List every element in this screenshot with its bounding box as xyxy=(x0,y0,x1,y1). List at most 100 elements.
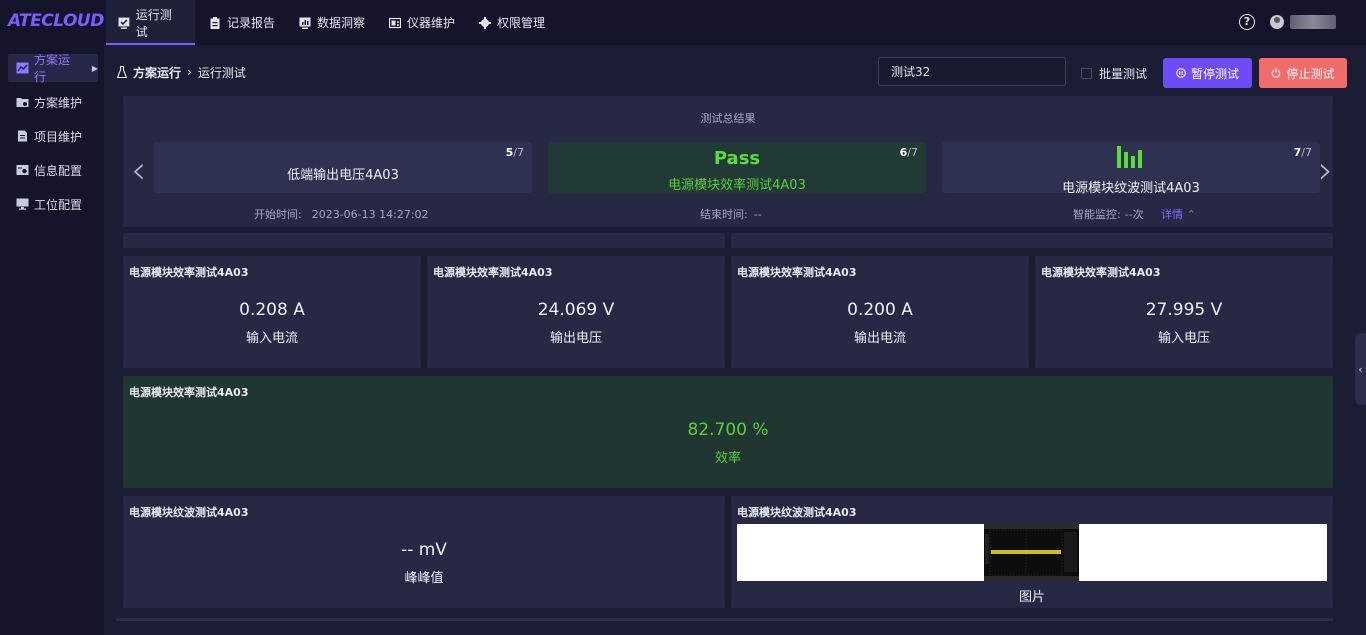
nav-tab-permissions[interactable]: 权限管理 xyxy=(467,0,557,45)
measurement-panel-output-voltage: 电源模块效率测试4A03 24.069 V 输出电压 xyxy=(427,256,725,368)
test-item-name: 低端输出电压4A03 xyxy=(287,168,399,183)
test-item-card-current[interactable]: Pass 6/7 电源模块效率测试4A03 xyxy=(548,142,926,193)
sidebar-item-workstation-config[interactable]: 工位配置 xyxy=(8,190,98,218)
batch-test-checkbox[interactable] xyxy=(1081,68,1092,79)
sidebar-item-label: 项目维护 xyxy=(34,129,83,144)
workstation-icon xyxy=(16,198,29,210)
sidebar: 方案运行 ▶ 方案维护 项目维护 信息配置 工位配置 xyxy=(0,45,104,635)
running-bars-icon xyxy=(1117,146,1142,168)
nav-tab-run-test[interactable]: 运行测试 xyxy=(106,0,195,45)
panel-title: 电源模块纹波测试4A03 xyxy=(129,506,249,519)
help-icon[interactable]: ? xyxy=(1239,14,1255,30)
measurement-panel-output-current: 电源模块效率测试4A03 0.200 A 输出电流 xyxy=(731,256,1029,368)
measurement-panel-input-voltage: 电源模块效率测试4A03 27.995 V 输入电压 xyxy=(1035,256,1333,368)
sidebar-item-plan-run[interactable]: 方案运行 ▶ xyxy=(8,53,98,84)
sidebar-item-label: 信息配置 xyxy=(34,163,83,178)
chevron-right-icon[interactable]: › xyxy=(1318,148,1333,192)
sidebar-item-project-maintain[interactable]: 项目维护 xyxy=(8,122,98,150)
test-item-name: 电源模块效率测试4A03 xyxy=(668,178,806,193)
waveform-image-frame[interactable] xyxy=(737,524,1327,581)
measurement-label: 输出电流 xyxy=(853,331,906,346)
sidebar-item-label: 方案运行 xyxy=(33,53,70,84)
username-masked[interactable] xyxy=(1290,15,1336,29)
measurement-panel-input-current: 电源模块效率测试4A03 0.208 A 输入电流 xyxy=(123,256,421,368)
test-item-counter: 6/7 xyxy=(899,146,918,159)
measurement-value: 27.995 V xyxy=(1145,300,1223,320)
pause-test-button[interactable]: 暂停测试 xyxy=(1163,58,1252,88)
measurement-value: 0.200 A xyxy=(847,300,913,320)
pause-circle-icon xyxy=(1176,68,1186,78)
panel-title: 电源模块效率测试4A03 xyxy=(433,266,553,279)
breadcrumb-separator: › xyxy=(187,65,192,79)
chart-monitor-icon xyxy=(299,17,311,29)
folder-settings-icon xyxy=(16,98,29,107)
test-item-card[interactable]: 5/7 低端输出电压4A03 xyxy=(154,142,532,193)
caret-right-icon: ▶ xyxy=(91,63,98,73)
measurement-label: 输出电压 xyxy=(549,331,602,346)
sidebar-item-label: 工位配置 xyxy=(34,197,83,212)
clipboard-icon xyxy=(210,16,220,29)
nav-tab-label: 记录报告 xyxy=(227,16,276,30)
image-caption: 图片 xyxy=(1018,590,1045,605)
top-navigation-bar: ATECLOUD 运行测试 记录报告 数据洞察 仪器维护 权限管理 ? xyxy=(0,0,1366,45)
measurement-label: 效率 xyxy=(714,451,741,466)
flask-icon xyxy=(117,66,127,78)
chevron-up-icon: ⌃ xyxy=(1186,208,1196,221)
test-item-counter: 5/7 xyxy=(505,146,524,159)
measurement-panel-efficiency: 电源模块效率测试4A03 82.700 % 效率 xyxy=(123,376,1333,488)
info-config-icon xyxy=(16,165,29,175)
panel-title: 电源模块效率测试4A03 xyxy=(129,266,249,279)
test-summary-panel: 测试总结果 ‹ › 5/7 低端输出电压4A03 Pass 6/7 电源模块效率… xyxy=(123,96,1333,227)
panel-title: 电源模块效率测试4A03 xyxy=(1041,266,1161,279)
pass-status: Pass xyxy=(713,148,761,169)
breadcrumb-root[interactable]: 方案运行 xyxy=(133,64,181,81)
breadcrumb: 方案运行 › 运行测试 xyxy=(117,64,246,80)
measurement-value: 82.700 % xyxy=(687,420,769,440)
nav-tab-label: 仪器维护 xyxy=(407,16,456,30)
test-item-counter: 7/7 xyxy=(1293,146,1312,159)
panel-partial xyxy=(731,233,1333,248)
measurement-panel-ripple-image: 电源模块纹波测试4A03 图片 xyxy=(731,496,1333,608)
test-item-card[interactable]: 7/7 电源模块纹波测试4A03 xyxy=(942,142,1320,196)
start-time: 开始时间: 2023-06-13 14:27:02 xyxy=(254,208,429,221)
nav-tab-label: 数据洞察 xyxy=(317,16,366,30)
panel-title: 电源模块纹波测试4A03 xyxy=(737,506,857,519)
breadcrumb-current: 运行测试 xyxy=(197,65,246,80)
sidebar-item-info-config[interactable]: 信息配置 xyxy=(8,156,98,184)
monitor-check-icon xyxy=(118,17,130,29)
batch-test-toggle[interactable]: 批量测试 xyxy=(1081,65,1147,82)
measurement-value: 0.208 A xyxy=(239,300,305,320)
measurement-label: 输入电压 xyxy=(1157,331,1210,346)
summary-title: 测试总结果 xyxy=(700,112,756,125)
app-logo[interactable]: ATECLOUD xyxy=(8,11,104,31)
horizontal-scrollbar[interactable] xyxy=(116,618,1333,621)
power-icon xyxy=(1272,68,1281,78)
gear-icon xyxy=(479,16,491,29)
chart-icon xyxy=(16,62,29,74)
detail-link[interactable]: 详情 ⌃ xyxy=(1161,208,1196,221)
plan-name-input[interactable] xyxy=(878,57,1066,86)
measurement-label: 输入电流 xyxy=(245,331,298,346)
nav-tab-label: 权限管理 xyxy=(497,16,546,30)
end-time: 结束时间: -- xyxy=(700,208,762,221)
batch-test-label: 批量测试 xyxy=(1099,67,1148,81)
sidebar-item-label: 方案维护 xyxy=(34,95,83,110)
sidebar-item-plan-maintain[interactable]: 方案维护 xyxy=(8,88,98,116)
test-item-name: 电源模块纹波测试4A03 xyxy=(1062,181,1200,196)
panel-title: 电源模块效率测试4A03 xyxy=(737,266,857,279)
stop-test-label: 停止测试 xyxy=(1286,66,1335,81)
nav-tab-data-insight[interactable]: 数据洞察 xyxy=(287,0,377,45)
nav-tab-instrument[interactable]: 仪器维护 xyxy=(377,0,467,45)
pause-test-label: 暂停测试 xyxy=(1190,66,1239,81)
oscilloscope-waveform-image xyxy=(984,524,1079,581)
chevron-left-icon[interactable]: ‹ xyxy=(131,148,146,192)
measurement-label: 峰峰值 xyxy=(404,571,444,586)
instrument-icon xyxy=(389,17,401,28)
stop-test-button[interactable]: 停止测试 xyxy=(1259,58,1347,88)
smart-monitor: 智能监控: --次 详情 ⌃ xyxy=(1073,208,1196,221)
avatar[interactable] xyxy=(1270,15,1284,29)
collapse-panel-chevron-icon[interactable]: ‹ xyxy=(1355,333,1366,405)
measurement-panel-ripple: 电源模块纹波测试4A03 -- mV 峰峰值 xyxy=(123,496,725,608)
panel-title: 电源模块效率测试4A03 xyxy=(129,386,249,399)
nav-tab-records[interactable]: 记录报告 xyxy=(197,0,287,45)
